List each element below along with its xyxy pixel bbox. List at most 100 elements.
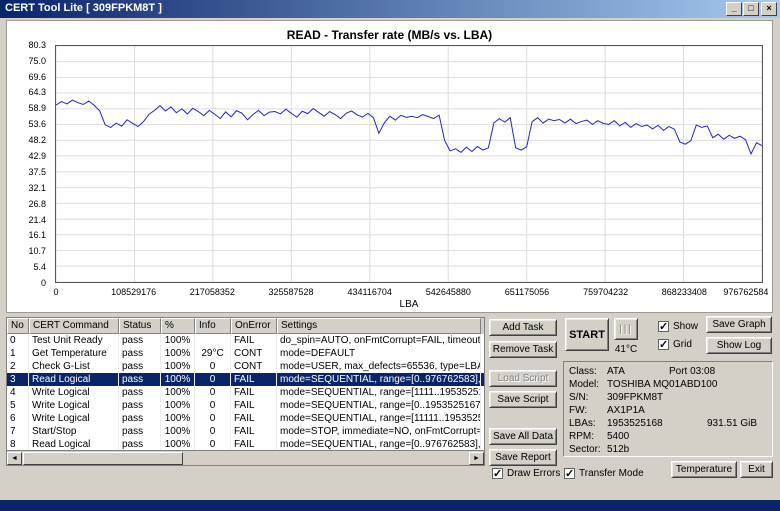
checkbox-icon[interactable] — [564, 467, 575, 480]
table-row[interactable]: 5 Write Logical pass 100% 0 FAIL mode=SEQUENTI… — [7, 399, 484, 412]
table-cell: 0 — [195, 360, 231, 373]
add-task-button[interactable]: Add Task — [489, 319, 557, 336]
x-tick-label: 868233408 — [661, 287, 707, 297]
drive-info-lines: Class: ATA Port 03:08 Model: TOSHIBA MQ01ABD… — [569, 365, 767, 456]
column-header-info[interactable]: Info — [195, 318, 231, 334]
exit-button[interactable]: Exit — [740, 461, 773, 478]
save-all-data-button[interactable]: Save All Data — [489, 428, 557, 445]
table-row[interactable]: 0 Test Unit Ready pass 100% FAIL do_spin=AUTO… — [7, 334, 484, 347]
x-tick-label: 0 — [53, 287, 59, 297]
table-cell — [195, 334, 231, 347]
scroll-right-icon[interactable]: ► — [469, 452, 484, 465]
horizontal-scrollbar[interactable]: ◄ ► — [7, 450, 484, 465]
drive-info-row: FW: AX1P1A — [569, 405, 645, 416]
table-cell: 5 — [7, 399, 29, 412]
x-tick-label: 434116704 — [347, 287, 392, 297]
table-cell: Write Logical — [29, 386, 119, 399]
table-cell: mode=SEQUENTIAL, range=[0..976762583], s… — [277, 373, 481, 386]
y-tick-label: 5.4 — [33, 261, 46, 272]
table-cell: 3 — [7, 373, 29, 386]
column-header-settings[interactable]: Settings — [277, 318, 481, 334]
table-row[interactable]: 3 Read Logical pass 100% 0 FAIL mode=SEQUENTIA… — [7, 373, 484, 386]
table-cell: FAIL — [231, 334, 277, 347]
drive-info-row: RPM: 5400 — [569, 431, 630, 442]
table-cell: 0 — [195, 373, 231, 386]
column-header-no[interactable]: No — [7, 318, 29, 334]
table-cell: 1 — [7, 347, 29, 360]
transfer-mode-checkbox[interactable]: Transfer Mode — [564, 467, 644, 480]
save-script-button[interactable]: Save Script — [489, 391, 557, 408]
close-icon[interactable]: × — [761, 2, 777, 16]
draw-errors-checkbox[interactable]: Draw Errors — [492, 467, 561, 480]
task-table[interactable]: No CERT Command Status% Info OnError Settings… — [6, 317, 485, 466]
table-row[interactable]: 2 Check G-List pass 100% 0 CONT mode=USER, max… — [7, 360, 484, 373]
temperature-button[interactable]: Temperature — [671, 461, 737, 478]
x-tick-label: 217058352 — [189, 287, 235, 297]
table-cell: 0 — [195, 425, 231, 438]
minimize-icon[interactable]: _ — [726, 2, 742, 16]
table-cell: 0 — [195, 386, 231, 399]
checkbox-icon[interactable] — [658, 338, 669, 351]
table-cell: 100% — [161, 412, 195, 425]
scroll-left-icon[interactable]: ◄ — [7, 452, 22, 465]
table-cell: mode=STOP, immediate=NO, onFmtCorrupt=IG… — [277, 425, 481, 438]
table-row[interactable]: 7 Start/Stop pass 100% 0 FAIL mode=STOP, immed… — [7, 425, 484, 438]
drive-info-panel: Class: ATA Port 03:08 Model: TOSHIBA MQ01ABD… — [563, 361, 773, 457]
title-bar[interactable]: CERT Tool Lite [ 309FPKM8T ] _ □ × — [0, 0, 780, 18]
table-row[interactable]: 1 Get Temperature pass 100% 29°C CONT mode=DEF… — [7, 347, 484, 360]
column-header--[interactable]: % — [161, 318, 195, 334]
column-header-status[interactable]: Status — [119, 318, 161, 334]
current-temperature-label: 41°C — [614, 344, 638, 355]
save-graph-button[interactable]: Save Graph — [706, 316, 772, 333]
show-checkbox[interactable]: Show — [658, 320, 699, 333]
drive-info-row: Sector: 512b — [569, 444, 630, 455]
stop-bars-icon: ||| — [619, 323, 633, 335]
table-cell: 0 — [195, 412, 231, 425]
checkbox-icon[interactable] — [658, 320, 669, 333]
scrollbar-thumb[interactable] — [23, 452, 183, 465]
table-cell: mode=USER, max_defects=65536, type=LBA, … — [277, 360, 481, 373]
table-cell: Read Logical — [29, 373, 119, 386]
table-cell: 6 — [7, 412, 29, 425]
remove-task-button[interactable]: Remove Task — [489, 341, 557, 358]
x-tick-label: 108529176 — [111, 287, 157, 297]
table-row[interactable]: 4 Write Logical pass 100% 0 FAIL mode=SEQUENTI… — [7, 386, 484, 399]
column-header-cert-command[interactable]: CERT Command — [29, 318, 119, 334]
draw-errors-label: Draw Errors — [507, 468, 561, 479]
table-cell: 100% — [161, 360, 195, 373]
table-cell: pass — [119, 334, 161, 347]
y-tick-label: 64.3 — [28, 87, 46, 98]
table-cell: mode=DEFAULT — [277, 347, 481, 360]
y-axis-labels: 80.3 75.0 69.6 64.3 58.9 53.6 48.2 42.9 37.5 32.1… — [7, 40, 51, 288]
show-log-button[interactable]: Show Log — [706, 337, 772, 354]
table-cell: mode=SEQUENTIAL, range=[0..1953525167], … — [277, 399, 481, 412]
table-cell: CONT — [231, 347, 277, 360]
maximize-icon[interactable]: □ — [743, 2, 759, 16]
table-cell: 4 — [7, 386, 29, 399]
table-cell: 0 — [7, 334, 29, 347]
y-tick-label: 48.2 — [28, 135, 46, 146]
start-button[interactable]: START — [565, 318, 609, 351]
y-tick-label: 10.7 — [28, 246, 46, 257]
table-cell: FAIL — [231, 386, 277, 399]
chart-title: READ - Transfer rate (MB/s vs. LBA) — [286, 28, 493, 42]
table-cell: pass — [119, 425, 161, 438]
table-cell: Check G-List — [29, 360, 119, 373]
table-cell: 100% — [161, 386, 195, 399]
show-checkbox-label: Show — [673, 321, 699, 332]
column-header-onerror[interactable]: OnError — [231, 318, 277, 334]
table-cell: Get Temperature — [29, 347, 119, 360]
app-window: CERT Tool Lite [ 309FPKM8T ] _ □ × READ … — [0, 0, 780, 511]
table-cell: 100% — [161, 373, 195, 386]
table-cell: pass — [119, 386, 161, 399]
checkbox-icon[interactable] — [492, 467, 503, 480]
window-bottom-edge — [0, 500, 780, 511]
save-report-button[interactable]: Save Report — [489, 449, 557, 466]
x-tick-label: 542645880 — [425, 287, 471, 297]
grid-checkbox-label: Grid — [673, 339, 692, 350]
y-tick-label: 53.6 — [28, 119, 46, 130]
table-cell: FAIL — [231, 412, 277, 425]
table-cell: 100% — [161, 334, 195, 347]
table-row[interactable]: 6 Write Logical pass 100% 0 FAIL mode=SEQUENTI… — [7, 412, 484, 425]
grid-checkbox[interactable]: Grid — [658, 338, 692, 351]
